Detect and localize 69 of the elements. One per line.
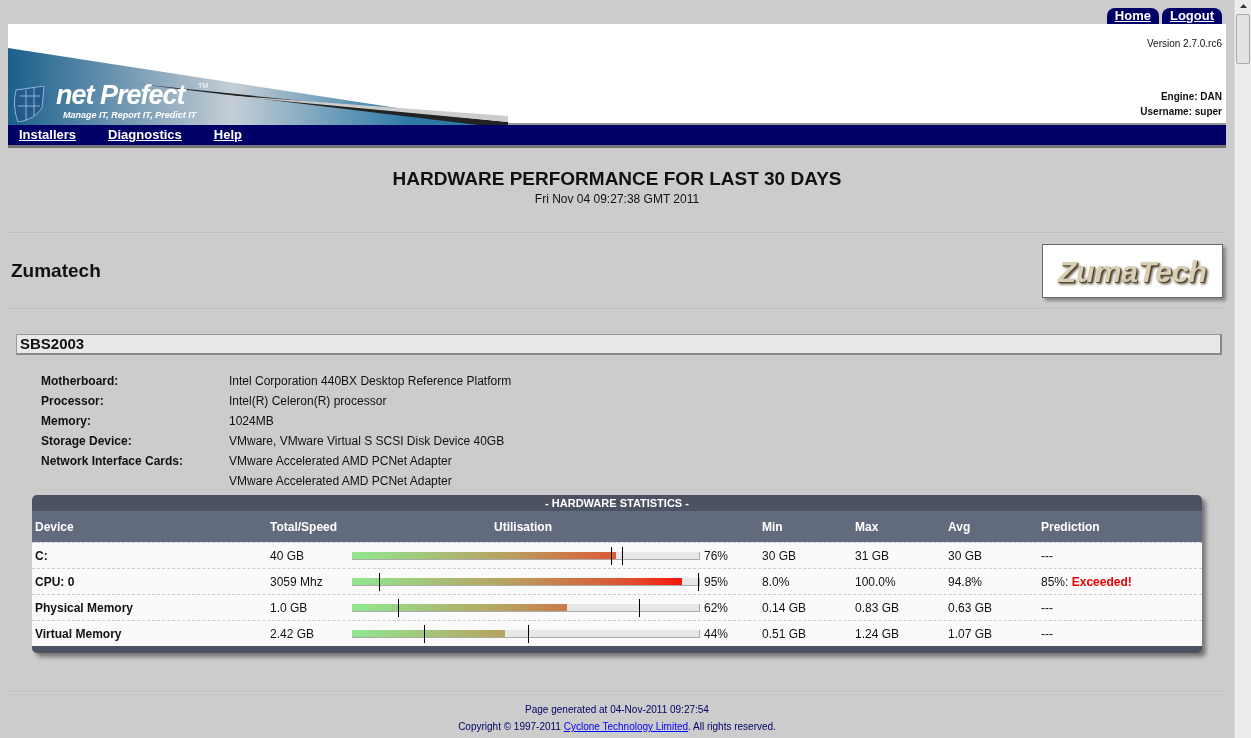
scroll-thumb[interactable] xyxy=(1236,14,1250,64)
table-cell-text: 94.8% xyxy=(947,573,984,591)
table-cell-text: 3059 Mhz xyxy=(269,573,324,591)
device-cell-text: Physical Memory xyxy=(34,599,135,617)
detail-label: Processor: xyxy=(41,393,105,410)
table-cell-text: 0.51 GB xyxy=(761,625,808,643)
table-cell-text: 100.0% xyxy=(854,573,897,591)
alert-text: Exceeded! xyxy=(1071,574,1132,589)
report-date: Fri Nov 04 09:27:38 GMT 2011 xyxy=(533,191,701,208)
table-cell-text: 31 GB xyxy=(854,547,891,565)
detail-label: Motherboard: xyxy=(41,373,120,390)
menu-item[interactable]: Help xyxy=(202,125,242,145)
table-cell-text: 30 GB xyxy=(947,547,984,565)
panel-title: - HARDWARE STATISTICS - xyxy=(544,496,690,511)
scroll-up-icon[interactable] xyxy=(1239,4,1247,8)
version-label: Version 2.7.0.rc6 xyxy=(1146,37,1222,51)
company-name: Zumatech xyxy=(11,258,101,283)
column-header: Avg xyxy=(947,518,972,536)
server-heading: SBS2003 xyxy=(16,334,1222,355)
logo-tagline: Manage IT, Report IT, Predict IT xyxy=(63,109,197,122)
table-cell-text: 1.07 GB xyxy=(947,625,994,643)
table-cell-text: 1.0 GB xyxy=(269,599,309,617)
column-header: Prediction xyxy=(1040,518,1101,536)
menu-item[interactable]: Diagnostics xyxy=(97,125,182,145)
device-cell-text: C: xyxy=(34,547,49,565)
column-header: Min xyxy=(761,518,784,536)
detail-value: VMware Accelerated AMD PCNet Adapter xyxy=(229,453,452,470)
menu-item[interactable]: Installers xyxy=(8,125,77,145)
table-cell-text: 1.24 GB xyxy=(854,625,901,643)
table-cell: --- xyxy=(1041,600,1053,615)
table-cell-text: 62% xyxy=(703,599,730,617)
scrollbar[interactable] xyxy=(1234,0,1251,738)
detail-value: 1024MB xyxy=(229,413,274,430)
page-title: HARDWARE PERFORMANCE FOR LAST 30 DAYS xyxy=(391,168,843,190)
device-cell-text: CPU: 0 xyxy=(34,573,76,591)
column-header: Max xyxy=(854,518,880,536)
table-cell-text: 0.83 GB xyxy=(854,599,901,617)
copyright-text: Copyright © 1997-2011 Cyclone Technology Limited. All rights reserved. xyxy=(457,720,777,734)
username-label: Username: super xyxy=(1140,105,1222,119)
table-cell: --- xyxy=(1041,626,1053,641)
top-tab[interactable]: Logout xyxy=(1161,8,1222,24)
table-cell-text: 2.42 GB xyxy=(269,625,316,643)
table-cell-text: 0.63 GB xyxy=(947,599,994,617)
detail-value: Intel Corporation 440BX Desktop Reference Platform xyxy=(229,373,512,390)
detail-value: VMware Accelerated AMD PCNet Adapter xyxy=(229,473,452,490)
logo-wordmark: net Prefect xyxy=(56,82,185,109)
table-cell: 85%: xyxy=(1041,574,1069,589)
engine-label: Engine: DAN xyxy=(1160,90,1222,104)
detail-label: Storage Device: xyxy=(41,433,133,450)
detail-value: VMware, VMware Virtual S SCSI Disk Device 40GB xyxy=(229,433,505,450)
column-header: Utilisation xyxy=(493,518,553,536)
table-cell-text: 8.0% xyxy=(761,573,791,591)
table-cell-text: 0.14 GB xyxy=(761,599,808,617)
table-cell-text: 40 GB xyxy=(269,547,306,565)
top-tab[interactable]: Home xyxy=(1106,8,1159,24)
detail-label: Network Interface Cards: xyxy=(41,453,185,470)
column-header: Device xyxy=(34,518,75,536)
table-cell-text: 30 GB xyxy=(761,547,798,565)
company-logo: ZumaTech xyxy=(1042,244,1223,298)
table-cell-text: 76% xyxy=(703,547,730,565)
table-cell-text: 44% xyxy=(703,625,730,643)
table-cell-text: 95% xyxy=(703,573,730,591)
detail-label: Memory: xyxy=(41,413,92,430)
column-header: Total/Speed xyxy=(269,518,339,536)
device-cell-text: Virtual Memory xyxy=(34,625,123,643)
table-cell: --- xyxy=(1041,548,1053,563)
globe-shield-icon xyxy=(12,86,48,122)
generated-text: Page generated at 04-Nov-2011 09:27:54 xyxy=(524,703,710,717)
detail-value: Intel(R) Celeron(R) processor xyxy=(229,393,387,410)
